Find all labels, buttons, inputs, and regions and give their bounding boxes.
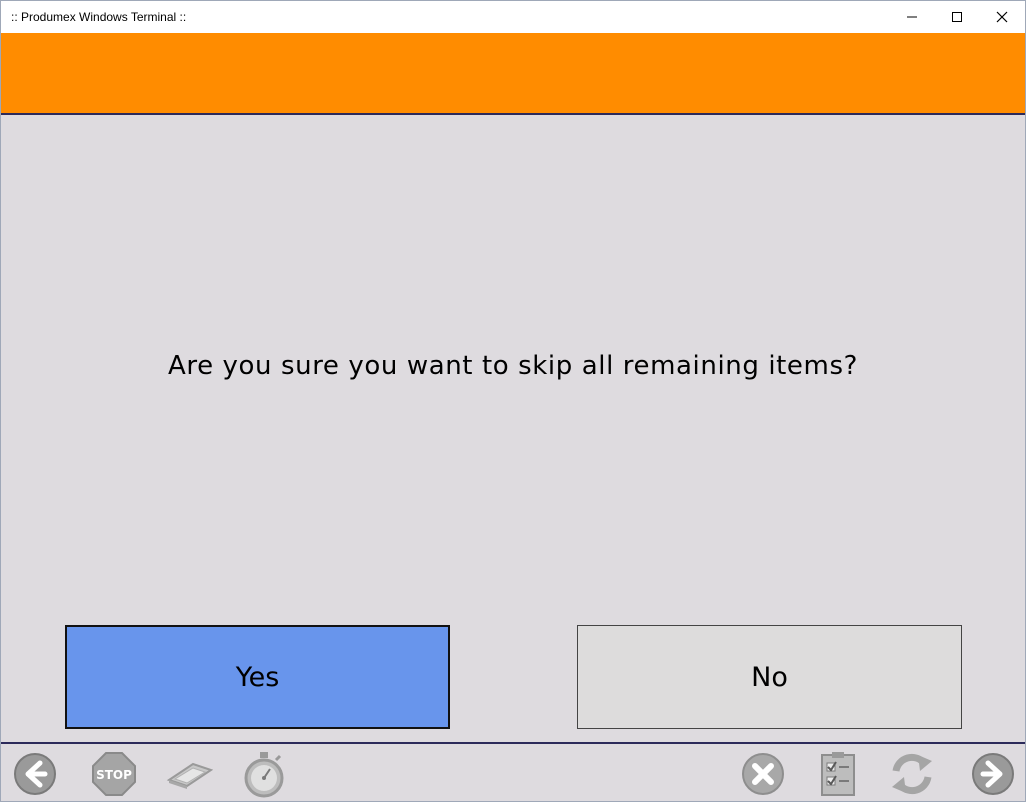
dialog-content: Are you sure you want to skip all remain… [1,115,1025,742]
stopwatch-button[interactable] [240,750,288,798]
stopwatch-icon [244,752,284,798]
close-button[interactable] [979,1,1025,33]
app-window: :: Produmex Windows Terminal :: Are you … [0,0,1026,802]
maximize-icon [952,12,962,22]
footer-toolbar: STOP [1,742,1025,801]
cancel-button[interactable] [739,750,787,798]
checklist-icon [821,752,855,796]
back-button[interactable] [11,750,59,798]
scanner-button[interactable] [165,750,213,798]
forward-button[interactable] [969,750,1017,798]
forward-arrow-icon [972,753,1014,795]
title-bar[interactable]: :: Produmex Windows Terminal :: [1,1,1025,33]
stop-button[interactable]: STOP [90,750,138,798]
scanner-icon [166,762,213,789]
maximize-button[interactable] [934,1,980,33]
refresh-button[interactable] [888,750,936,798]
cancel-icon [742,753,784,795]
stop-sign-text: STOP [96,768,132,782]
refresh-icon [892,753,932,795]
checklist-button[interactable] [814,750,862,798]
minimize-button[interactable] [889,1,935,33]
back-arrow-icon [14,753,56,795]
no-button[interactable]: No [577,625,962,729]
close-icon [996,11,1008,23]
minimize-icon [907,16,917,18]
stop-sign-icon: STOP [92,752,136,796]
window-title: :: Produmex Windows Terminal :: [11,10,187,24]
header-banner [1,33,1025,115]
yes-button[interactable]: Yes [65,625,450,729]
confirmation-question: Are you sure you want to skip all remain… [167,351,859,381]
